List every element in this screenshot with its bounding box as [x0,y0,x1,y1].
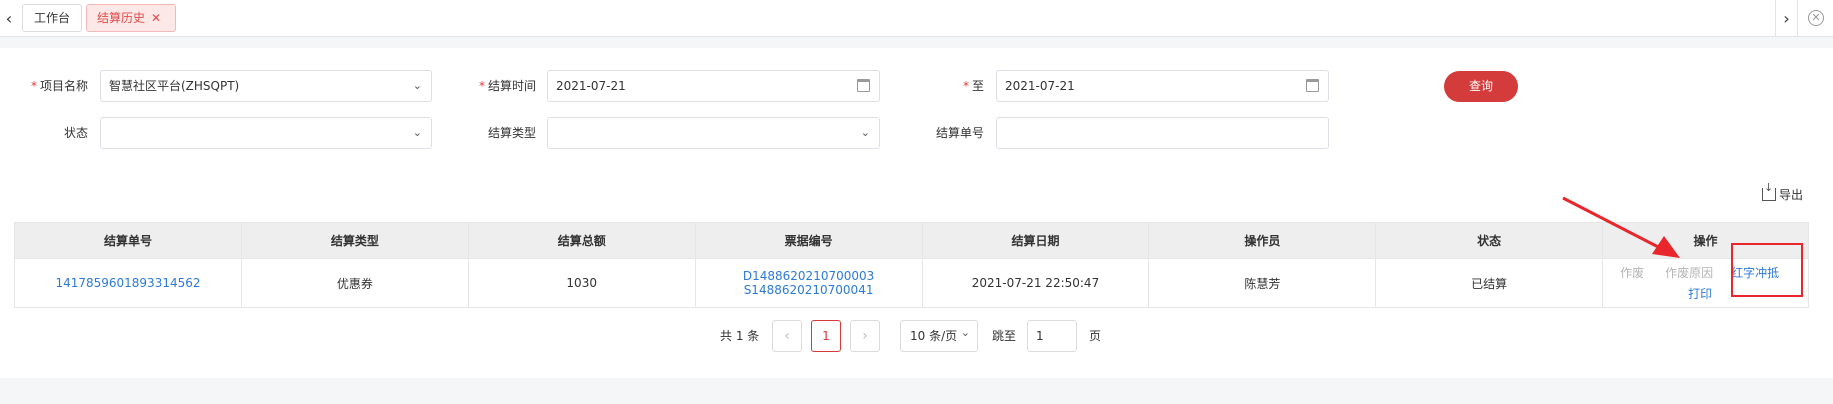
calendar-icon[interactable] [1306,79,1319,92]
page-suffix: 页 [1089,329,1102,343]
chevron-right-icon[interactable]: › [1775,0,1798,37]
annotation-highlight-box [1731,243,1803,297]
table-header-row: 结算单号 结算类型 结算总额 票据编号 结算日期 操作员 状态 操作 [14,222,1809,259]
tab-label: 工作台 [33,11,70,25]
column-header: 状态 [1375,222,1604,259]
settle-time-from-value: 2021-07-21 [556,79,626,93]
tab-bar: ‹ 工作台 结算历史 ✕ › ✕ [0,0,1833,37]
column-header: 操作员 [1148,222,1377,259]
next-page-button[interactable]: › [850,320,880,352]
receipt-link[interactable]: S1488620210700041 [696,283,922,297]
calendar-icon[interactable] [857,79,870,92]
settle-time-to-input[interactable]: 2021-07-21 [996,70,1329,102]
tab-settlement-history[interactable]: 结算历史 ✕ [86,4,176,32]
tab-workbench[interactable]: 工作台 [22,4,82,32]
close-circle-icon[interactable]: ✕ [1808,10,1824,26]
page-1-button[interactable]: 1 [811,320,841,352]
type-select[interactable]: ⌄ [547,117,880,149]
settle-time-from-input[interactable]: 2021-07-21 [547,70,880,102]
receipt-link[interactable]: D1488620210700003 [696,269,922,283]
chevron-down-icon: ⌄ [860,126,870,139]
jump-label: 跳至 [992,329,1017,343]
chevron-down-icon: ⌄ [960,326,970,339]
tab-label: 结算历史 [97,11,146,25]
settlement-date-cell: 2021-07-21 22:50:47 [921,258,1150,308]
jump-page-input[interactable]: 1 [1027,320,1077,352]
chevron-left-icon[interactable]: ‹ [0,0,18,37]
query-button[interactable]: 查询 [1444,71,1518,102]
chevron-down-icon: ⌄ [412,126,422,139]
column-header: 票据编号 [694,222,923,259]
column-header: 结算日期 [921,222,1150,259]
void-button[interactable]: 作废 [1620,264,1644,281]
settlement-table: 结算单号 结算类型 结算总额 票据编号 结算日期 操作员 状态 操作 14178… [14,222,1809,308]
export-label: 导出 [1779,188,1804,202]
type-label: 结算类型 [487,126,536,140]
prev-page-button[interactable]: ‹ [772,320,802,352]
print-button[interactable]: 打印 [1688,285,1712,302]
status-cell: 已结算 [1375,258,1604,308]
settlement-total-cell: 1030 [467,258,696,308]
operator-cell: 陈慧芳 [1148,258,1377,308]
column-header: 结算总额 [467,222,696,259]
status-select[interactable]: ⌄ [100,117,432,149]
page-size-value: 10 条/页 [910,329,958,343]
project-value: 智慧社区平台(ZHSQPT) [109,79,240,93]
jump-page-value: 1 [1036,329,1044,343]
table-row: 1417859601893314562 优惠券 1030 D1488620210… [14,258,1809,308]
project-select[interactable]: 智慧社区平台(ZHSQPT) ⌄ [100,70,432,102]
close-icon[interactable]: ✕ [151,11,161,25]
status-label: 状态 [63,126,88,140]
number-input[interactable] [996,117,1329,149]
settlement-number-link[interactable]: 1417859601893314562 [55,276,200,290]
page-size-select[interactable]: 10 条/页 ⌄ [900,320,978,352]
download-icon [1762,181,1776,201]
column-header: 结算类型 [240,222,469,259]
settlement-type-cell: 优惠券 [240,258,469,308]
settle-time-to-value: 2021-07-21 [1005,79,1075,93]
to-label: * 至 [962,79,984,93]
export-button[interactable]: 导出 [1762,181,1804,203]
void-reason-button[interactable]: 作废原因 [1665,264,1713,281]
column-header: 结算单号 [14,222,242,259]
number-label: 结算单号 [935,126,984,140]
pagination-total: 共 1 条 [720,329,760,343]
settle-time-label: * 结算时间 [478,79,536,93]
chevron-down-icon: ⌄ [412,79,422,92]
project-label: * 项目名称 [30,79,88,93]
